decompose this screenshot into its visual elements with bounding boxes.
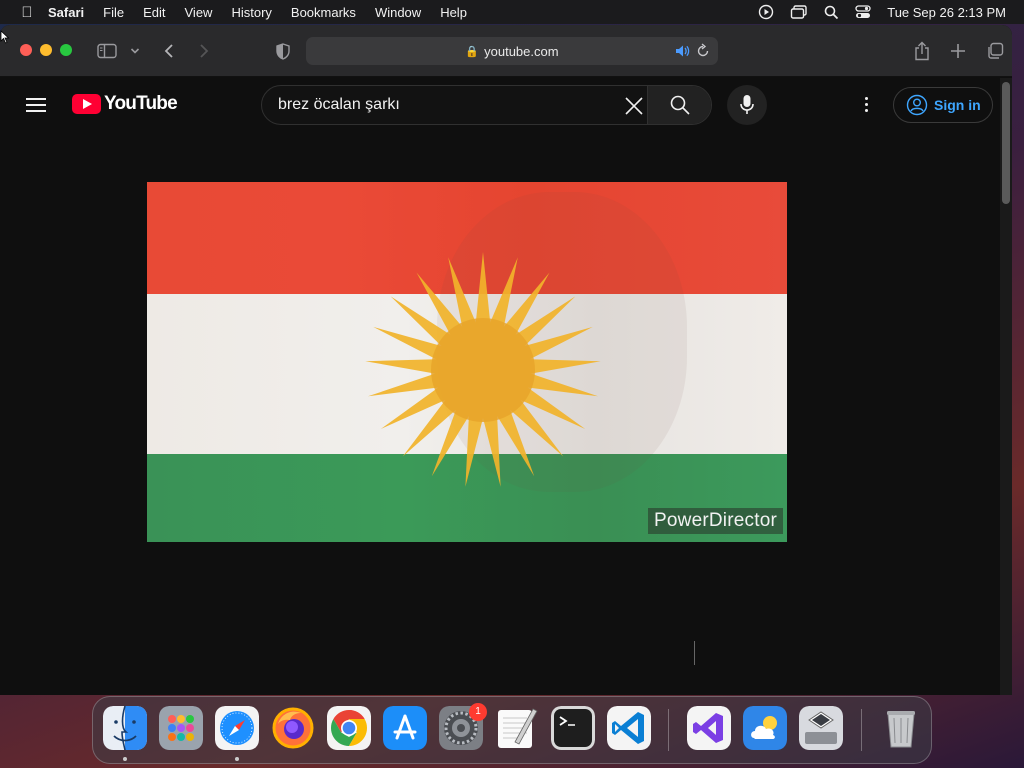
safari-window: 🔒 youtube.com YouTube brez öcalan şarkı … bbox=[0, 25, 1012, 695]
sign-in-label: Sign in bbox=[934, 97, 981, 113]
video-player[interactable]: PowerDirector bbox=[147, 182, 787, 542]
visual-studio-icon[interactable] bbox=[687, 706, 731, 750]
finder-icon[interactable] bbox=[103, 706, 147, 750]
dock: 1 bbox=[92, 696, 932, 764]
text-cursor bbox=[694, 641, 695, 665]
visual-studio-code-icon[interactable] bbox=[607, 706, 651, 750]
address-bar-url: youtube.com bbox=[484, 43, 559, 59]
weather-icon[interactable] bbox=[743, 706, 787, 750]
spotlight-search-icon[interactable] bbox=[824, 5, 839, 20]
app-store-icon[interactable] bbox=[383, 706, 427, 750]
safari-icon[interactable] bbox=[215, 706, 259, 750]
sun-core bbox=[431, 318, 535, 422]
more-options-icon[interactable] bbox=[856, 94, 876, 114]
new-tab-plus-icon[interactable] bbox=[947, 39, 969, 63]
search-icon bbox=[670, 95, 690, 115]
youtube-page: YouTube Sign in PowerDirector bbox=[0, 78, 1012, 695]
page-scrollbar[interactable] bbox=[1000, 78, 1012, 695]
flag-sun-emblem bbox=[365, 252, 601, 487]
menu-history[interactable]: History bbox=[231, 5, 271, 20]
search-button[interactable] bbox=[647, 86, 711, 124]
terminal-icon[interactable] bbox=[551, 706, 595, 750]
audio-playing-icon[interactable] bbox=[674, 43, 690, 62]
tab-overview-icon[interactable] bbox=[984, 39, 1006, 63]
menu-help[interactable]: Help bbox=[440, 5, 467, 20]
finder-running-indicator bbox=[123, 757, 127, 761]
dock-separator bbox=[668, 709, 669, 751]
sign-in-button[interactable]: Sign in bbox=[893, 87, 993, 123]
search-input[interactable] bbox=[262, 86, 622, 124]
sidebar-toggle-icon[interactable] bbox=[96, 39, 118, 63]
youtube-logo-text: YouTube bbox=[104, 93, 178, 114]
scrollbar-thumb[interactable] bbox=[1002, 82, 1010, 204]
boot-camp-icon[interactable] bbox=[799, 706, 843, 750]
textedit-icon[interactable] bbox=[495, 706, 539, 750]
settings-notification-badge: 1 bbox=[469, 703, 487, 721]
control-center-icon[interactable] bbox=[855, 5, 871, 19]
voice-search-button[interactable] bbox=[727, 85, 767, 125]
menu-window[interactable]: Window bbox=[375, 5, 421, 20]
microphone-icon bbox=[740, 95, 754, 114]
safari-running-indicator bbox=[235, 757, 239, 761]
search-box bbox=[261, 85, 712, 125]
forward-arrow-icon[interactable] bbox=[195, 39, 213, 63]
trash-icon[interactable] bbox=[879, 706, 923, 750]
zoom-window-button[interactable] bbox=[60, 44, 72, 56]
clear-search-icon[interactable] bbox=[622, 94, 646, 118]
youtube-play-icon bbox=[72, 94, 101, 114]
hamburger-menu-icon[interactable] bbox=[26, 98, 46, 112]
dock-separator-trash bbox=[861, 709, 862, 751]
video-watermark: PowerDirector bbox=[648, 508, 783, 534]
menu-edit[interactable]: Edit bbox=[143, 5, 165, 20]
menu-bookmarks[interactable]: Bookmarks bbox=[291, 5, 356, 20]
reload-icon[interactable] bbox=[696, 43, 710, 62]
back-arrow-icon[interactable] bbox=[160, 39, 178, 63]
account-circle-icon bbox=[906, 94, 928, 116]
mouse-pointer-icon bbox=[0, 30, 10, 44]
menu-view[interactable]: View bbox=[185, 5, 213, 20]
chrome-icon[interactable] bbox=[327, 706, 371, 750]
tab-group-chevron-down-icon[interactable] bbox=[129, 39, 141, 63]
screen-recording-icon[interactable] bbox=[758, 4, 774, 20]
menu-file[interactable]: File bbox=[103, 5, 124, 20]
screen-mirroring-icon[interactable] bbox=[790, 4, 808, 20]
minimize-window-button[interactable] bbox=[40, 44, 52, 56]
youtube-logo[interactable]: YouTube bbox=[72, 93, 178, 115]
privacy-shield-icon[interactable] bbox=[273, 39, 293, 63]
menu-bar:  Safari File Edit View History Bookmark… bbox=[0, 0, 1024, 24]
firefox-icon[interactable] bbox=[271, 706, 315, 750]
launchpad-icon[interactable] bbox=[159, 706, 203, 750]
menu-app-name[interactable]: Safari bbox=[48, 5, 84, 20]
address-bar[interactable]: 🔒 youtube.com bbox=[306, 37, 718, 65]
close-window-button[interactable] bbox=[20, 44, 32, 56]
apple-menu-icon[interactable]:  bbox=[18, 4, 36, 21]
lock-icon: 🔒 bbox=[465, 45, 480, 58]
share-icon[interactable] bbox=[911, 39, 933, 63]
menu-clock[interactable]: Tue Sep 26 2:13 PM bbox=[887, 5, 1006, 20]
safari-toolbar: 🔒 youtube.com bbox=[0, 25, 1012, 77]
